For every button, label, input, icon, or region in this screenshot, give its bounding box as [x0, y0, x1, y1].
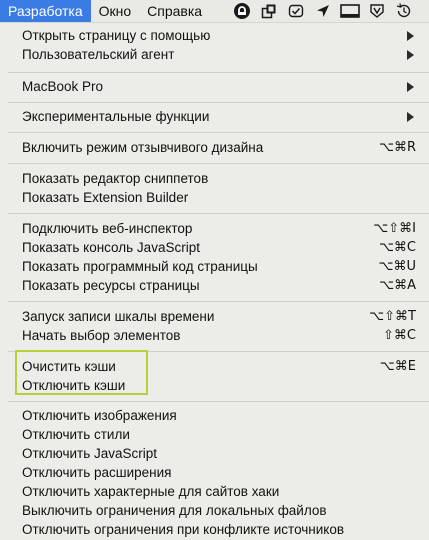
submenu-arrow-icon — [407, 82, 414, 92]
menu-separator — [8, 102, 429, 103]
menu-item-label: Начать выбор элементов — [22, 328, 181, 343]
menu-item-disable-site-hacks[interactable]: Отключить характерные для сайтов хаки — [0, 483, 429, 502]
menubar-develop[interactable]: Разработка — [0, 0, 91, 22]
menu-item-start-element-selection[interactable]: Начать выбор элементов ⇧⌘C — [0, 327, 429, 346]
layers-icon[interactable] — [257, 0, 281, 22]
menu-item-open-page-with[interactable]: Открыть страницу с помощью — [0, 27, 429, 46]
submenu-arrow-icon — [407, 50, 414, 60]
location-arrow-icon[interactable] — [311, 0, 335, 22]
menu-item-shortcut: ⌥⌘U — [378, 259, 417, 274]
time-machine-icon[interactable] — [392, 0, 416, 22]
menu-separator — [8, 213, 429, 214]
menu-separator — [8, 401, 429, 402]
menu-item-page-resources[interactable]: Показать ресурсы страницы ⌥⌘A — [0, 277, 429, 296]
display-icon[interactable] — [338, 0, 362, 22]
menu-item-label: Отключить изображения — [22, 408, 177, 423]
menu-item-page-source[interactable]: Показать программный код страницы ⌥⌘U — [0, 258, 429, 277]
menu-item-shortcut: ⌥⇧⌘T — [369, 309, 416, 324]
menu-item-disable-styles[interactable]: Отключить стили — [0, 426, 429, 445]
menu-item-label: MacBook Pro — [22, 79, 104, 94]
menu-item-experimental-features[interactable]: Экспериментальные функции — [0, 108, 429, 127]
menu-item-disable-local-file-restrictions[interactable]: Выключить ограничения для локальных файл… — [0, 502, 429, 521]
develop-menu: Открыть страницу с помощью Пользовательс… — [0, 23, 429, 540]
menu-item-responsive-design[interactable]: Включить режим отзывчивого дизайна ⌥⌘R — [0, 139, 429, 158]
status-icons — [230, 0, 419, 22]
menu-item-label: Включить режим отзывчивого дизайна — [22, 140, 264, 155]
menu-item-shortcut: ⌥⌘R — [378, 140, 416, 155]
menu-item-shortcut: ⌥⌘E — [379, 359, 416, 374]
menu-separator — [8, 72, 429, 73]
menu-item-javascript-console[interactable]: Показать консоль JavaScript ⌥⌘C — [0, 239, 429, 258]
menu-item-label: Показать консоль JavaScript — [22, 240, 200, 255]
menu-item-label: Показать программный код страницы — [22, 259, 258, 274]
menu-separator — [8, 132, 429, 133]
menu-item-disable-images[interactable]: Отключить изображения — [0, 407, 429, 426]
menu-item-label: Пользовательский агент — [22, 47, 175, 62]
menubar-help[interactable]: Справка — [139, 0, 210, 22]
menu-item-label: Показать ресурсы страницы — [22, 278, 200, 293]
menu-item-shortcut: ⌥⇧⌘I — [373, 221, 416, 236]
menubar-window[interactable]: Окно — [91, 0, 140, 22]
highlight-outline — [15, 350, 148, 395]
menu-separator — [8, 163, 429, 164]
menu-item-label: Отключить расширения — [22, 465, 172, 480]
menu-item-label: Показать редактор сниппетов — [22, 171, 209, 186]
menu-item-shortcut: ⇧⌘C — [383, 328, 416, 343]
vpn-shield-icon[interactable] — [365, 0, 389, 22]
checkmark-badge-icon[interactable] — [284, 0, 308, 22]
menu-item-label: Отключить характерные для сайтов хаки — [22, 484, 280, 499]
menu-item-disable-javascript[interactable]: Отключить JavaScript — [0, 445, 429, 464]
menu-item-shortcut: ⌥⌘A — [379, 278, 416, 293]
menu-item-shortcut: ⌥⌘C — [378, 240, 416, 255]
menu-item-label: Подключить веб-инспектор — [22, 221, 193, 236]
menu-separator — [8, 301, 429, 302]
lock-shield-icon[interactable] — [230, 0, 254, 22]
menu-item-disable-cross-origin-restrictions[interactable]: Отключить ограничения при конфликте исто… — [0, 521, 429, 540]
menu-item-label: Показать Extension Builder — [22, 190, 189, 205]
menu-item-disable-extensions[interactable]: Отключить расширения — [0, 464, 429, 483]
menu-item-label: Отключить JavaScript — [22, 446, 158, 461]
menu-item-user-agent[interactable]: Пользовательский агент — [0, 46, 429, 65]
menu-item-label: Отключить ограничения при конфликте исто… — [22, 522, 345, 537]
menu-item-label: Запуск записи шкалы времени — [22, 309, 215, 324]
submenu-arrow-icon — [407, 31, 414, 41]
menu-item-label: Открыть страницу с помощью — [22, 28, 211, 43]
menu-item-label: Экспериментальные функции — [22, 109, 210, 124]
menu-item-snippet-editor[interactable]: Показать редактор сниппетов — [0, 170, 429, 189]
submenu-arrow-icon — [407, 112, 414, 122]
menu-item-timeline-recording[interactable]: Запуск записи шкалы времени ⌥⇧⌘T — [0, 308, 429, 327]
menu-item-label: Отключить стили — [22, 427, 130, 442]
menu-item-web-inspector[interactable]: Подключить веб-инспектор ⌥⇧⌘I — [0, 220, 429, 239]
menu-bar: Разработка Окно Справка — [0, 0, 429, 23]
menu-item-label: Выключить ограничения для локальных файл… — [22, 503, 327, 518]
menu-item-extension-builder[interactable]: Показать Extension Builder — [0, 189, 429, 208]
menu-item-device[interactable]: MacBook Pro — [0, 78, 429, 97]
